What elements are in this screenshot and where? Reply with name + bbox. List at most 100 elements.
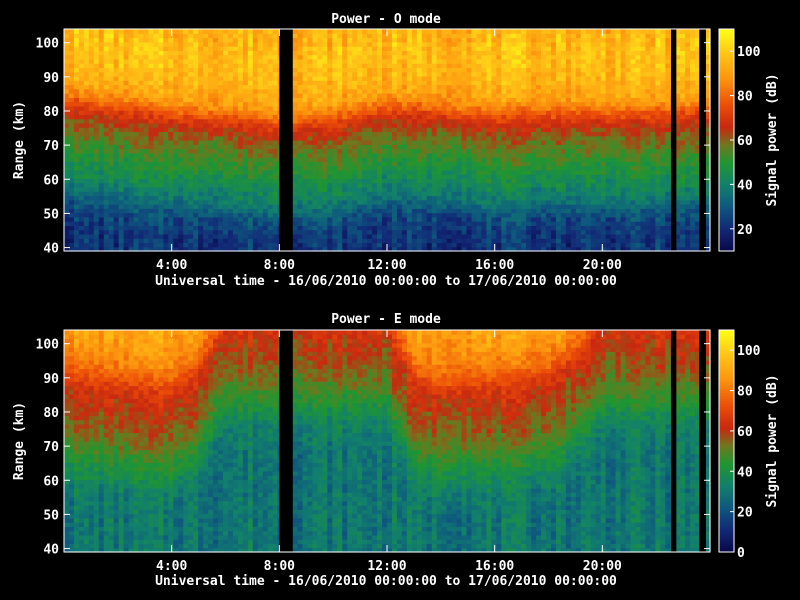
heatmap-cell: [307, 212, 314, 218]
heatmap-cell: [267, 204, 274, 209]
heatmap-cell: [227, 140, 234, 145]
heatmap-cell: [342, 165, 348, 171]
heatmap-cell: [521, 67, 527, 73]
heatmap-cell: [83, 71, 90, 77]
heatmap-cell: [511, 144, 517, 150]
heatmap-cell: [292, 140, 299, 145]
heatmap-cell: [382, 122, 388, 128]
heatmap-cell: [401, 195, 408, 201]
heatmap-cell: [113, 178, 120, 184]
heatmap-cell: [406, 152, 413, 158]
heatmap-cell: [347, 135, 353, 141]
heatmap-cell: [337, 50, 343, 56]
heatmap-cell: [237, 212, 244, 218]
heatmap-cell: [183, 110, 189, 115]
heatmap-cell: [317, 50, 323, 56]
heatmap-cell: [312, 63, 319, 69]
heatmap-cell: [491, 178, 497, 184]
heatmap-cell: [396, 110, 403, 115]
heatmap-cell: [188, 41, 194, 47]
heatmap-cell: [128, 88, 135, 94]
heatmap-cell: [406, 41, 413, 47]
heatmap-cell: [536, 204, 542, 209]
heatmap-cell: [198, 152, 204, 158]
heatmap-cell: [461, 174, 468, 180]
heatmap-cell: [148, 238, 155, 244]
heatmap-cell: [193, 238, 199, 244]
heatmap-cell: [471, 97, 478, 103]
heatmap-cell: [337, 208, 343, 214]
heatmap-cell: [511, 110, 517, 115]
heatmap-cell: [183, 208, 189, 214]
heatmap-cell: [526, 161, 532, 167]
heatmap-cell: [416, 63, 423, 69]
heatmap-cell: [367, 169, 373, 175]
heatmap-cell: [446, 71, 453, 77]
heatmap-cell: [396, 208, 403, 214]
heatmap-cell: [68, 148, 75, 154]
heatmap-cell: [168, 127, 174, 133]
heatmap-cell: [481, 161, 487, 167]
heatmap-cell: [536, 84, 542, 90]
heatmap-cell: [292, 110, 299, 115]
heatmap-cell: [227, 131, 234, 137]
heatmap-cell: [297, 63, 304, 69]
heatmap-cell: [148, 127, 155, 133]
heatmap-cell: [148, 208, 155, 214]
heatmap-cell: [471, 122, 478, 128]
heatmap-cell: [247, 29, 254, 34]
heatmap-cell: [396, 127, 403, 133]
heatmap-cell: [272, 54, 279, 60]
heatmap-cell: [272, 131, 279, 137]
heatmap-cell: [208, 97, 214, 103]
heatmap-cell: [317, 58, 323, 64]
heatmap-cell: [173, 67, 179, 73]
heatmap-cell: [466, 144, 473, 150]
heatmap-cell: [128, 225, 135, 231]
heatmap-cell: [88, 101, 95, 107]
heatmap-cell: [327, 41, 333, 47]
heatmap-cell: [208, 140, 214, 145]
heatmap-cell: [322, 131, 328, 137]
heatmap-cell: [297, 238, 304, 244]
heatmap-cell: [406, 80, 413, 86]
heatmap-cell: [88, 67, 95, 73]
heatmap-cell: [466, 127, 473, 133]
heatmap-cell: [267, 58, 274, 64]
heatmap-cell: [252, 29, 259, 34]
heatmap-cell: [83, 50, 90, 56]
heatmap-cell: [232, 242, 239, 248]
heatmap-cell: [307, 54, 314, 60]
heatmap-cell: [436, 88, 443, 94]
heatmap-cell: [247, 131, 254, 137]
heatmap-cell: [396, 114, 403, 120]
heatmap-cell: [401, 165, 408, 171]
heatmap-cell: [461, 131, 468, 137]
heatmap-cell: [436, 58, 443, 64]
heatmap-cell: [367, 199, 373, 205]
heatmap-cell: [108, 46, 115, 51]
heatmap-cell: [501, 204, 507, 209]
heatmap-cell: [541, 242, 547, 248]
heatmap-cell: [78, 242, 85, 248]
heatmap-cell: [481, 131, 487, 137]
heatmap-cell: [168, 80, 174, 86]
heatmap-cell: [436, 233, 443, 239]
heatmap-cell: [108, 33, 115, 39]
heatmap-cell: [317, 233, 323, 239]
heatmap-cell: [436, 101, 443, 107]
heatmap-cell: [227, 165, 234, 171]
heatmap-cell: [83, 169, 90, 175]
heatmap-cell: [421, 157, 428, 162]
heatmap-cell: [252, 221, 259, 226]
heatmap-cell: [441, 67, 448, 73]
heatmap-cell: [456, 131, 463, 137]
heatmap-cell: [516, 216, 522, 222]
heatmap-cell: [98, 238, 105, 244]
heatmap-cell: [292, 71, 299, 77]
heatmap-cell: [78, 67, 85, 73]
heatmap-cell: [247, 110, 254, 115]
heatmap-cell: [93, 67, 100, 73]
heatmap-cell: [242, 169, 249, 175]
heatmap-cell: [506, 127, 512, 133]
